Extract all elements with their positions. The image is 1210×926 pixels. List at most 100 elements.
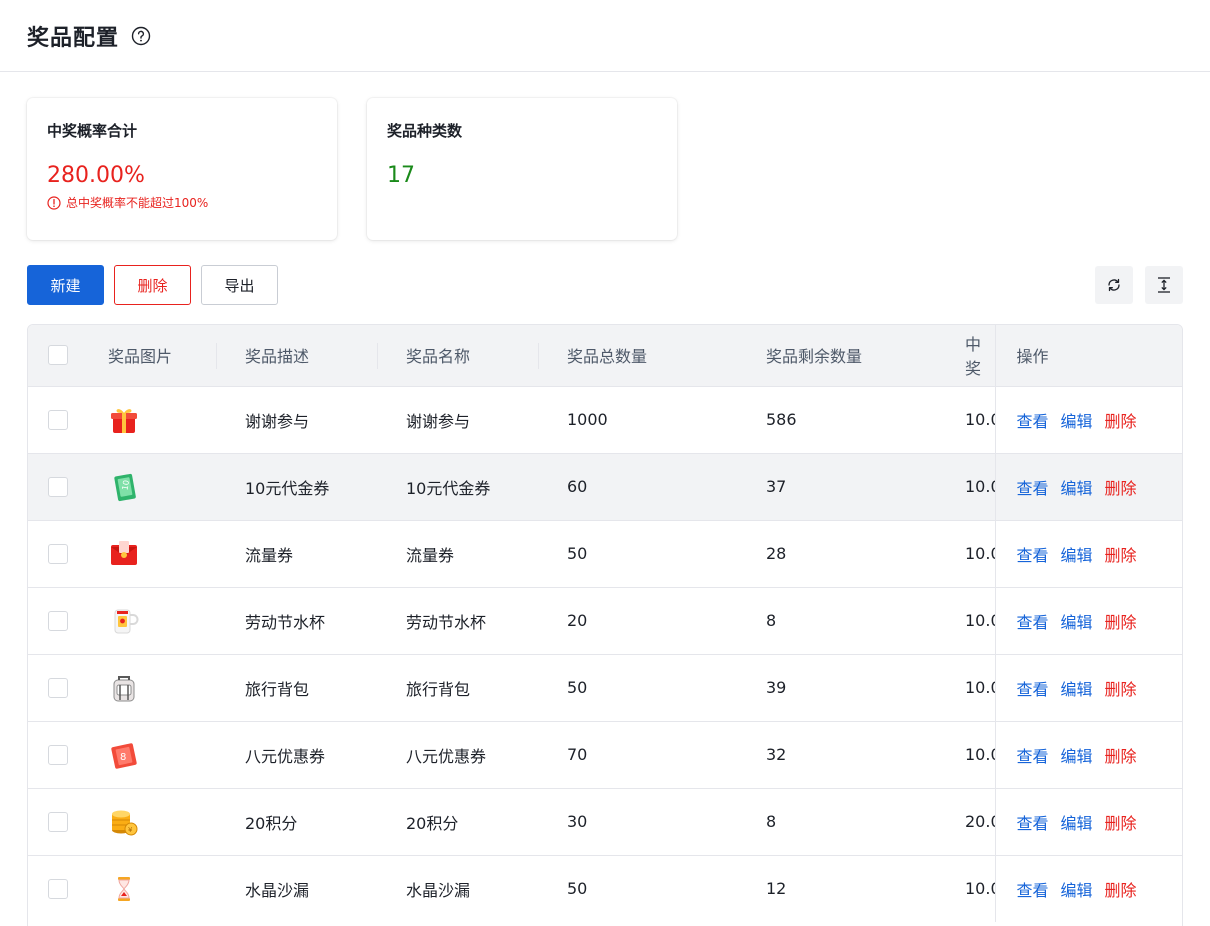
delete-button[interactable]: 删除 [114,265,191,305]
cell-desc: 20积分 [245,813,298,833]
row-checkbox[interactable] [48,409,68,430]
stat-card-types: 奖品种类数 17 [367,98,677,240]
cell-desc: 谢谢参与 [245,411,310,431]
row-checkbox[interactable] [48,543,68,564]
row-checkbox[interactable] [48,476,68,497]
cell-name: 劳动节水杯 [406,612,487,632]
header-desc: 奖品描述 [217,325,378,386]
edit-link[interactable]: 编辑 [1061,814,1093,833]
header-label: 操作 [1016,347,1049,367]
edit-link[interactable]: 编辑 [1061,479,1093,498]
cell-image: 8 [80,721,217,788]
view-link[interactable]: 查看 [1017,881,1049,900]
cell-total: 30 [567,812,588,831]
cell-name: 旅行背包 [406,679,471,699]
cell-image [80,587,217,654]
row-checkbox[interactable] [48,610,68,631]
table-row: 流量券 流量券 50 28 10.0 查看编辑删除 [28,520,1182,587]
header-actions: 操作 [994,325,1182,386]
cell-select [28,587,80,654]
delete-link[interactable]: 删除 [1105,479,1137,498]
svg-text:¥: ¥ [128,826,133,834]
delete-link[interactable]: 删除 [1105,613,1137,632]
cell-actions: 查看 编辑 删除 [994,587,1182,654]
cell-total: 20 [567,611,588,630]
view-link[interactable]: 查看 [1017,613,1049,632]
view-link[interactable]: 查看 [1017,546,1049,565]
cell-name: 谢谢参与 [406,411,471,431]
new-button[interactable]: 新建 [27,265,104,305]
header-label: 中奖 [965,335,982,379]
row-checkbox[interactable] [48,744,68,765]
row-checkbox[interactable] [48,677,68,698]
voucher-icon: 10 [108,471,217,503]
cell-remain: 12 [766,879,787,899]
table-header: 奖品图片 奖品描述 奖品名称 奖品总数量 奖品剩余数量 中奖 操作 [28,325,1182,386]
cell-total: 50 [567,544,588,563]
gift-icon [108,404,217,436]
cup-icon [108,605,217,637]
header-name: 奖品名称 [378,325,539,386]
cell-actions: 查看 编辑 删除 [994,453,1182,520]
stat-value: 17 [387,163,415,188]
cell-prob: 10.0 [965,745,995,764]
red-envelope-icon [108,538,217,570]
delete-link[interactable]: 删除 [1105,814,1137,833]
cell-total: 1000 [567,410,608,429]
density-button[interactable] [1145,266,1183,304]
delete-link[interactable]: 删除 [1105,680,1137,699]
cell-prob: 20.0 [965,812,995,831]
cell-remain: 32 [766,745,787,764]
refresh-button[interactable] [1095,266,1133,304]
warning-icon [47,195,61,210]
cell-select [28,453,80,520]
cell-total: 60 [567,477,588,496]
view-link[interactable]: 查看 [1017,814,1049,833]
header-prob: 中奖 [937,325,995,386]
edit-link[interactable]: 编辑 [1061,881,1093,900]
cell-remain: 39 [766,678,787,697]
header-select [28,325,80,386]
svg-text:8: 8 [120,752,126,763]
cell-image [80,520,217,587]
cell-image [80,654,217,721]
row-checkbox[interactable] [48,878,68,899]
cell-name: 八元优惠券 [406,746,487,766]
edit-link[interactable]: 编辑 [1061,412,1093,431]
delete-link[interactable]: 删除 [1105,747,1137,766]
view-link[interactable]: 查看 [1017,747,1049,766]
cell-actions: 查看 编辑 删除 [994,788,1182,855]
cell-desc: 旅行背包 [245,679,310,699]
edit-link[interactable]: 编辑 [1061,680,1093,699]
header-label: 奖品名称 [406,347,471,367]
delete-link[interactable]: 删除 [1105,881,1137,900]
cell-image [80,855,217,922]
cell-total: 50 [567,879,588,899]
row-checkbox[interactable] [48,811,68,832]
view-link[interactable]: 查看 [1017,412,1049,431]
help-icon[interactable] [131,26,151,46]
stat-label: 奖品种类数 [387,122,463,140]
delete-link[interactable]: 删除 [1105,412,1137,431]
export-button[interactable]: 导出 [201,265,278,305]
table-row: 劳动节水杯 劳动节水杯 20 8 10.0 查看编辑删除 [28,587,1182,654]
cell-name: 10元代金券 [406,478,491,498]
cell-total: 50 [567,678,588,697]
delete-link[interactable]: 删除 [1105,546,1137,565]
edit-link[interactable]: 编辑 [1061,546,1093,565]
edit-link[interactable]: 编辑 [1061,613,1093,632]
edit-link[interactable]: 编辑 [1061,747,1093,766]
cell-image [80,386,217,453]
backpack-icon [108,672,217,704]
select-all-checkbox[interactable] [48,345,68,366]
view-link[interactable]: 查看 [1017,680,1049,699]
cell-name: 水晶沙漏 [406,880,471,900]
cell-name: 20积分 [406,813,459,833]
cell-select [28,721,80,788]
density-icon [1158,277,1170,293]
header-label: 奖品描述 [245,347,310,367]
cell-actions: 查看 编辑 删除 [994,520,1182,587]
cell-remain: 8 [766,812,777,831]
cell-actions: 查看 编辑 删除 [994,386,1182,453]
view-link[interactable]: 查看 [1017,479,1049,498]
